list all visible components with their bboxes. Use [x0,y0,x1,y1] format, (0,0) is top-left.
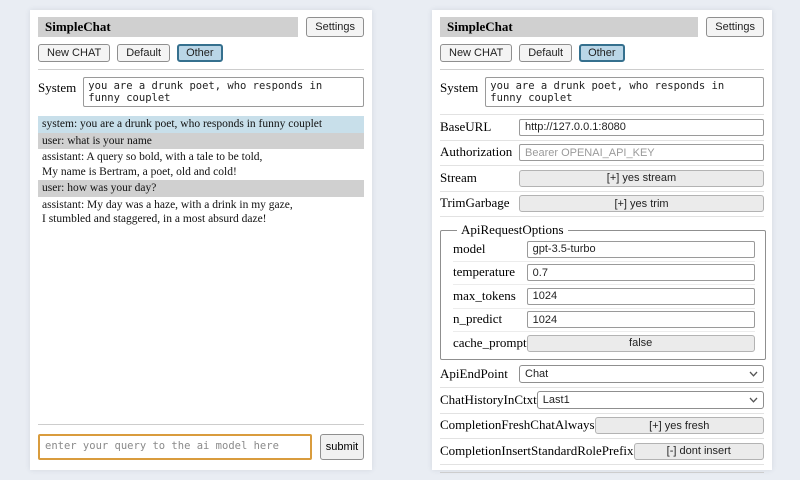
divider [440,472,764,473]
setting-label: TrimGarbage [440,195,510,211]
completion-fresh-toggle-button[interactable]: [+] yes fresh [595,417,764,434]
model-input[interactable] [527,241,755,258]
submit-button[interactable]: submit [320,434,364,460]
setting-label: cache_prompt [453,335,527,351]
app-title: SimpleChat [38,17,298,37]
session-toolbar: New CHAT Default Other [440,44,764,62]
api-request-options-legend: ApiRequestOptions [457,222,568,238]
cache-prompt-toggle-button[interactable]: false [527,335,755,352]
divider [38,424,364,425]
setting-row-authorization: Authorization [440,141,764,167]
chathistoryinctxt-selected-value: Last1 [543,394,570,406]
setting-row-model: model [453,238,755,262]
setting-row-apiendpoint: ApiEndPoint Chat [440,362,764,388]
settings-panel: SimpleChat Settings New CHAT Default Oth… [432,10,772,470]
divider [38,69,364,70]
setting-label: max_tokens [453,288,516,304]
settings-button[interactable]: Settings [706,17,764,37]
setting-label: n_predict [453,311,502,327]
setting-label: Authorization [440,144,512,160]
setting-row-temperature: temperature [453,262,755,286]
setting-label: BaseURL [440,119,491,135]
session-tab-default[interactable]: Default [117,44,170,62]
system-prompt-row: System you are a drunk poet, who respond… [38,77,364,107]
new-chat-button[interactable]: New CHAT [38,44,110,62]
apiendpoint-selected-value: Chat [525,368,548,380]
setting-row-max-tokens: max_tokens [453,285,755,309]
session-toolbar: New CHAT Default Other [38,44,364,62]
header: SimpleChat Settings [38,17,364,37]
system-prompt-input[interactable]: you are a drunk poet, who responds in fu… [485,77,764,107]
chat-panel: SimpleChat Settings New CHAT Default Oth… [30,10,372,470]
setting-label: model [453,241,486,257]
session-tab-default[interactable]: Default [519,44,572,62]
system-prompt-row: System you are a drunk poet, who respond… [440,77,764,115]
setting-label: ApiEndPoint [440,366,508,382]
session-tab-other[interactable]: Other [579,44,625,62]
query-input[interactable] [38,434,312,460]
settings-button[interactable]: Settings [306,17,364,37]
chat-message-assistant: assistant: My day was a haze, with a dri… [38,197,364,228]
apiendpoint-select[interactable]: Chat [519,365,764,383]
setting-row-cache-prompt: cache_prompt false [453,332,755,355]
system-label: System [440,77,478,107]
setting-label: CompletionInsertStandardRolePrefix [440,443,634,459]
stream-toggle-button[interactable]: [+] yes stream [519,170,764,187]
setting-row-completioninsertstandardroleprefix: CompletionInsertStandardRolePrefix [-] d… [440,439,764,465]
temperature-input[interactable] [527,264,755,281]
max-tokens-input[interactable] [527,288,755,305]
setting-label: CompletionFreshChatAlways [440,417,595,433]
api-request-options-group: ApiRequestOptions model temperature max_… [440,222,766,360]
trimgarbage-toggle-button[interactable]: [+] yes trim [519,195,764,212]
system-prompt-input[interactable]: you are a drunk poet, who responds in fu… [83,77,364,107]
chat-message-user: user: how was your day? [38,180,364,197]
chat-message-list: system: you are a drunk poet, who respon… [38,116,364,228]
header: SimpleChat Settings [440,17,764,37]
setting-row-baseurl: BaseURL [440,115,764,141]
chevron-down-icon [749,371,758,377]
setting-row-stream: Stream [+] yes stream [440,166,764,192]
app-title: SimpleChat [440,17,698,37]
setting-row-n-predict: n_predict [453,309,755,333]
baseurl-input[interactable] [519,119,764,136]
chat-message-system: system: you are a drunk poet, who respon… [38,116,364,133]
divider [440,69,764,70]
setting-row-chathistoryinctxt: ChatHistoryInCtxt Last1 [440,388,764,414]
query-row: submit [38,434,364,460]
n-predict-input[interactable] [527,311,755,328]
setting-label: ChatHistoryInCtxt [440,392,537,408]
session-tab-other[interactable]: Other [177,44,223,62]
new-chat-button[interactable]: New CHAT [440,44,512,62]
chat-message-assistant: assistant: A query so bold, with a tale … [38,149,364,180]
system-label: System [38,77,76,107]
setting-label: temperature [453,264,515,280]
chat-message-user: user: what is your name [38,133,364,150]
chathistoryinctxt-select[interactable]: Last1 [537,391,764,409]
chevron-down-icon [749,397,758,403]
completion-insert-toggle-button[interactable]: [-] dont insert [634,443,764,460]
setting-label: Stream [440,170,477,186]
authorization-input[interactable] [519,144,764,161]
setting-row-trimgarbage: TrimGarbage [+] yes trim [440,192,764,218]
setting-row-completionfreshchatalways: CompletionFreshChatAlways [+] yes fresh [440,414,764,440]
